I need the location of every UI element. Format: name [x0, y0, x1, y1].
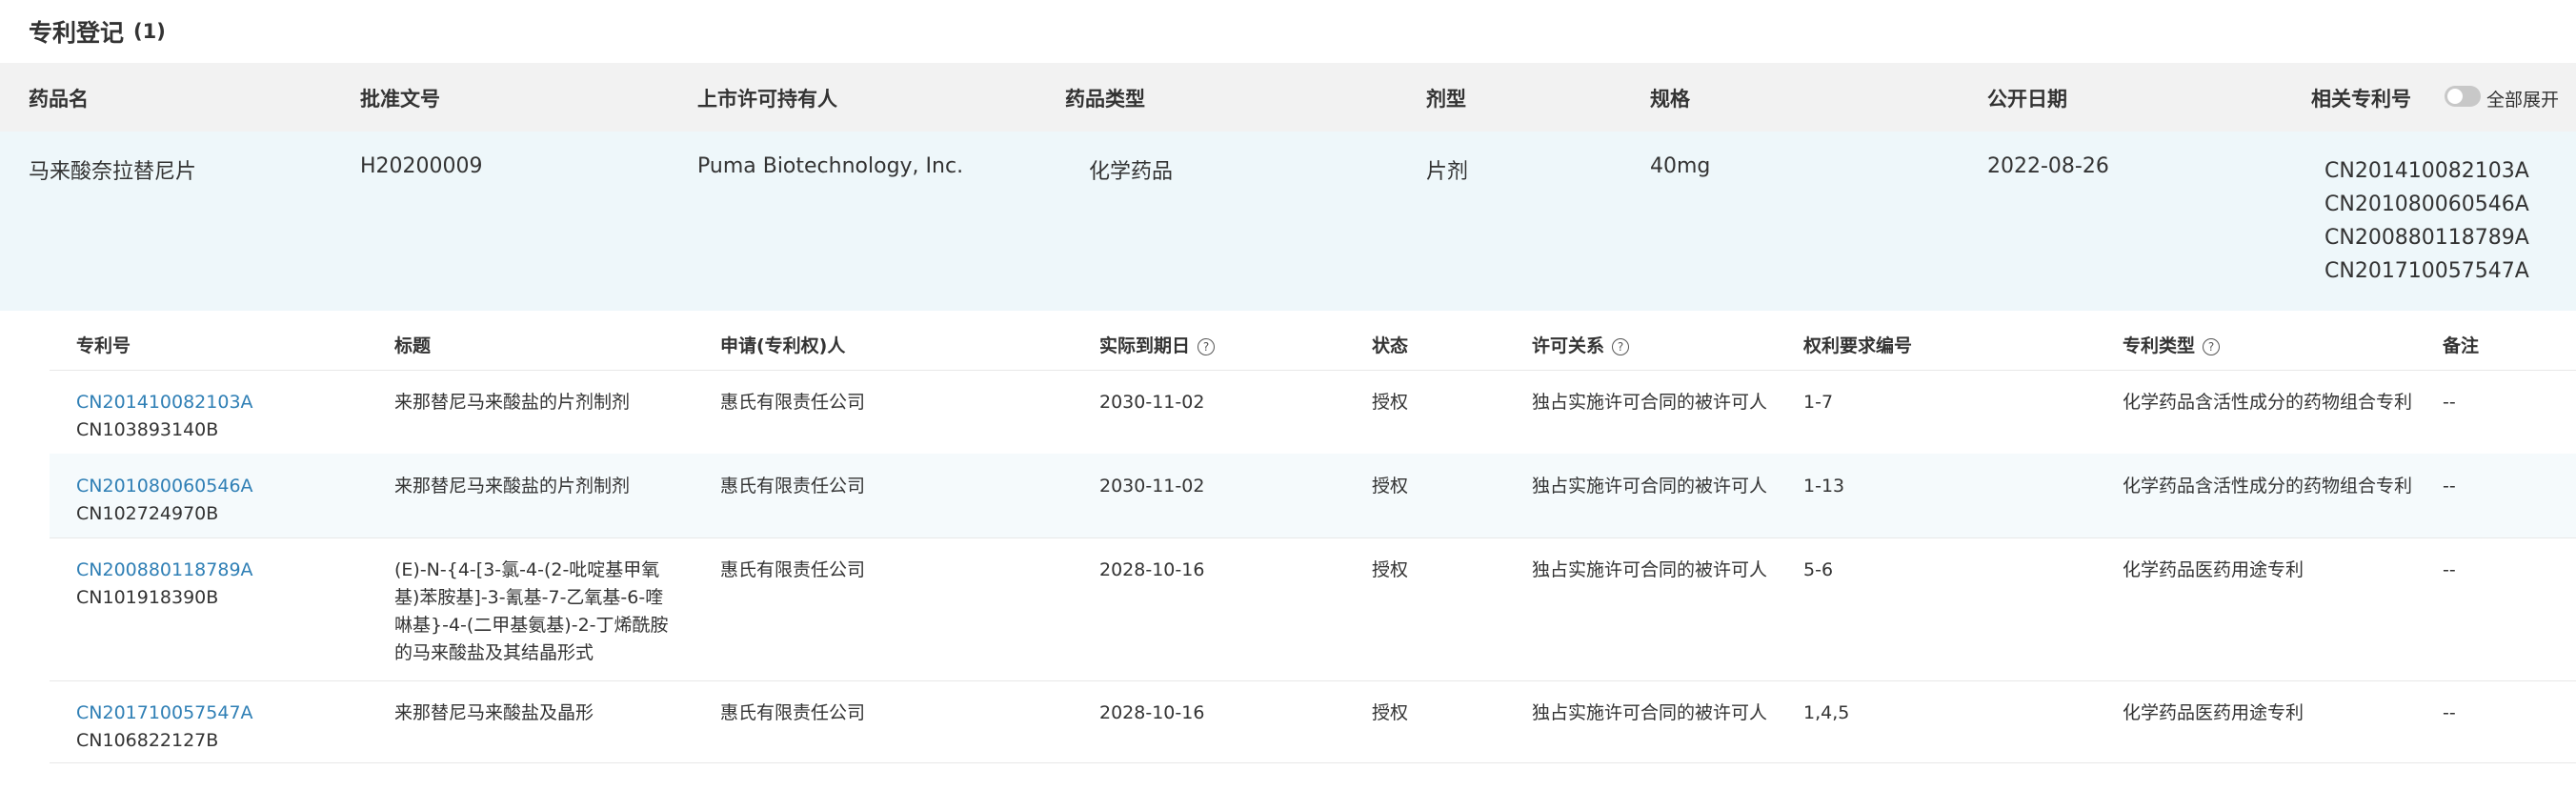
patent-license: 独占实施许可合同的被许可人	[1532, 476, 1768, 497]
patent-remarks: --	[2443, 476, 2456, 497]
related-patent-item: CN201080060546A	[2324, 193, 2529, 216]
drug-name: 马来酸奈拉替尼片	[29, 160, 197, 184]
patent-link[interactable]: CN201410082103A	[76, 389, 253, 416]
dosage-form: 片剂	[1426, 160, 1469, 184]
related-patent-item: CN201710057547A	[2324, 259, 2529, 283]
header-remarks: 备注	[2443, 335, 2480, 356]
patent-title: 来那替尼马来酸盐及晶形	[394, 702, 594, 723]
patent-no-cell: CN201080060546A CN102724970B	[76, 473, 253, 528]
info-icon[interactable]: ?	[2203, 337, 2221, 355]
patent-link[interactable]: CN201080060546A	[76, 473, 253, 500]
patent-remarks: --	[2443, 392, 2456, 413]
patent-type: 化学药品医药用途专利	[2123, 702, 2304, 723]
publish-date: 2022-08-26	[1987, 154, 2109, 178]
patent-detail-table: 专利号 标题 申请(专利权)人 实际到期日? 状态 许可关系? 权利要求编号 专…	[50, 311, 2576, 763]
patent-expiry: 2028-10-16	[1099, 702, 1205, 723]
patent-type: 化学药品含活性成分的药物组合专利	[2123, 392, 2413, 413]
patent-claims: 1-7	[1803, 392, 1834, 413]
patent-no-cell: CN201710057547A CN106822127B	[76, 700, 253, 755]
header-patent-type-label: 专利类型	[2123, 335, 2196, 356]
section-count: (1)	[133, 20, 166, 43]
table-row: CN201710057547A CN106822127B 来那替尼马来酸盐及晶形…	[50, 680, 2576, 763]
info-icon[interactable]: ?	[1197, 337, 1216, 355]
header-applicant: 申请(专利权)人	[720, 335, 846, 356]
patent-license: 独占实施许可合同的被许可人	[1532, 392, 1768, 413]
patent-claims: 1,4,5	[1803, 702, 1850, 723]
patent-no-cell: CN200880118789A CN101918390B	[76, 557, 253, 612]
header-dosage-form: 剂型	[1426, 88, 1466, 111]
header-license: 许可关系?	[1532, 332, 1630, 357]
patent-status: 授权	[1372, 702, 1409, 723]
header-drug-name: 药品名	[29, 88, 89, 111]
holder: Puma Biotechnology, Inc.	[697, 154, 964, 178]
header-publish-date: 公开日期	[1987, 88, 2067, 111]
patent-applicant: 惠氏有限责任公司	[720, 392, 866, 413]
patent-grant-no: CN106822127B	[76, 730, 219, 751]
patent-grant-no: CN102724970B	[76, 503, 219, 524]
patent-status: 授权	[1372, 476, 1409, 497]
header-approval-no: 批准文号	[360, 88, 440, 111]
expand-all-label[interactable]: 全部展开	[2486, 86, 2559, 112]
patent-no-cell: CN201410082103A CN103893140B	[76, 389, 253, 444]
header-drug-type: 药品类型	[1065, 88, 1145, 111]
patent-remarks: --	[2443, 702, 2456, 723]
header-title: 标题	[394, 335, 432, 356]
section-header: 专利登记 (1)	[0, 0, 2576, 63]
patent-title: (E)-N-{4-[3-氯-4-(2-吡啶基甲氧基)苯胺基]-3-氰基-7-乙氧…	[394, 559, 669, 663]
patent-grant-no: CN103893140B	[76, 419, 219, 440]
patent-expiry: 2030-11-02	[1099, 476, 1205, 497]
patent-link[interactable]: CN200880118789A	[76, 557, 253, 584]
drug-type: 化学药品	[1089, 160, 1174, 184]
patent-status: 授权	[1372, 559, 1409, 580]
header-expiry: 实际到期日?	[1099, 332, 1216, 357]
header-patent-type: 专利类型?	[2123, 332, 2221, 357]
table-row: CN201410082103A CN103893140B 来那替尼马来酸盐的片剂…	[50, 370, 2576, 455]
header-spec: 规格	[1650, 88, 1690, 111]
patent-expiry: 2028-10-16	[1099, 559, 1205, 580]
patent-link[interactable]: CN201710057547A	[76, 700, 253, 727]
approval-no: H20200009	[360, 154, 483, 178]
table-row: CN200880118789A CN101918390B (E)-N-{4-[3…	[50, 537, 2576, 681]
patent-applicant: 惠氏有限责任公司	[720, 476, 866, 497]
table-row: CN201080060546A CN102724970B 来那替尼马来酸盐的片剂…	[50, 454, 2576, 538]
related-patent-list: CN201410082103A CN201080060546A CN200880…	[2324, 154, 2529, 288]
header-claims: 权利要求编号	[1803, 335, 1913, 356]
related-patent-item: CN201410082103A	[2324, 159, 2529, 183]
header-license-label: 许可关系	[1532, 335, 1605, 356]
patent-status: 授权	[1372, 392, 1409, 413]
header-related-patents: 相关专利号	[2311, 88, 2411, 111]
patent-claims: 5-6	[1803, 559, 1834, 580]
section-title: 专利登记	[29, 19, 125, 47]
patent-table-header: 专利号 标题 申请(专利权)人 实际到期日? 状态 许可关系? 权利要求编号 专…	[50, 311, 2576, 371]
patent-applicant: 惠氏有限责任公司	[720, 559, 866, 580]
patent-type: 化学药品医药用途专利	[2123, 559, 2304, 580]
patent-type: 化学药品含活性成分的药物组合专利	[2123, 476, 2413, 497]
patent-registration-panel: 专利登记 (1) 药品名 批准文号 上市许可持有人 药品类型 剂型 规格 公开日…	[0, 0, 2576, 791]
expand-all-toggle[interactable]	[2445, 86, 2481, 107]
patent-license: 独占实施许可合同的被许可人	[1532, 559, 1768, 580]
patent-applicant: 惠氏有限责任公司	[720, 702, 866, 723]
header-expiry-label: 实际到期日	[1099, 335, 1191, 356]
header-holder: 上市许可持有人	[697, 88, 837, 111]
header-patent-no: 专利号	[76, 335, 131, 356]
related-patent-item: CN200880118789A	[2324, 226, 2529, 250]
patent-title: 来那替尼马来酸盐的片剂制剂	[394, 392, 631, 413]
patent-license: 独占实施许可合同的被许可人	[1532, 702, 1768, 723]
patent-title: 来那替尼马来酸盐的片剂制剂	[394, 476, 631, 497]
header-status: 状态	[1372, 335, 1409, 356]
info-icon[interactable]: ?	[1612, 337, 1630, 355]
patent-remarks: --	[2443, 559, 2456, 580]
patent-grant-no: CN101918390B	[76, 587, 219, 608]
patent-expiry: 2030-11-02	[1099, 392, 1205, 413]
drug-table-header: 药品名 批准文号 上市许可持有人 药品类型 剂型 规格 公开日期 相关专利号 全…	[0, 63, 2576, 132]
drug-table-row[interactable]: 马来酸奈拉替尼片 H20200009 Puma Biotechnology, I…	[0, 132, 2576, 311]
spec: 40mg	[1650, 154, 1711, 178]
patent-claims: 1-13	[1803, 476, 1845, 497]
